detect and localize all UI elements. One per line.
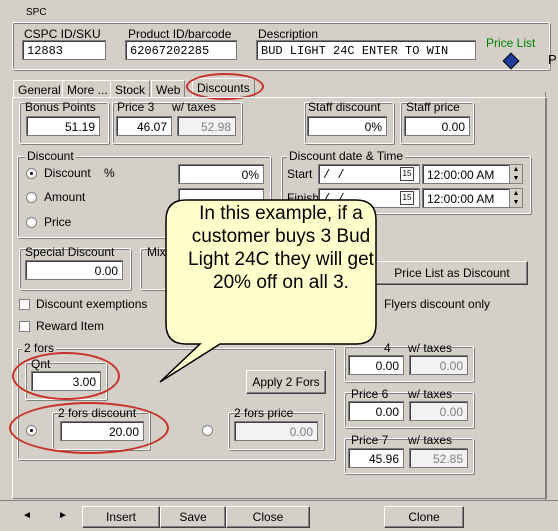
- two-fors-discount-highlight: [9, 402, 169, 454]
- tab-web[interactable]: Web: [151, 80, 186, 98]
- cspc-label: CSPC ID/SKU: [24, 27, 101, 41]
- staff-price-label: Staff price: [406, 100, 460, 114]
- amount-radio[interactable]: [26, 192, 37, 203]
- discount-option-label: Discount: [44, 166, 91, 180]
- close-button[interactable]: Close: [226, 506, 310, 528]
- start-time-spinner[interactable]: ▲ ▼: [509, 164, 523, 184]
- tab-stock[interactable]: Stock: [110, 80, 151, 98]
- discounts-tab-highlight: [186, 73, 264, 100]
- price3-taxes-field: 52.98: [177, 116, 236, 136]
- two-fors-price-field[interactable]: 0.00: [234, 421, 318, 441]
- special-discount-label: Special Discount: [25, 245, 115, 259]
- clone-button[interactable]: Clone: [384, 506, 464, 528]
- percent-symbol: %: [104, 166, 115, 180]
- staff-discount-label: Staff discount: [308, 100, 381, 114]
- prev-record-button[interactable]: ◄: [14, 507, 40, 527]
- price7-taxes-field: 52.85: [409, 448, 468, 468]
- bonus-points-label: Bonus Points: [25, 100, 96, 114]
- amount-option-label: Amount: [44, 190, 86, 204]
- bonus-points-field[interactable]: 51.19: [26, 116, 100, 136]
- insert-button[interactable]: Insert: [82, 506, 160, 528]
- price-option-label: Price: [44, 215, 72, 229]
- reward-item-label: Reward Item: [36, 319, 105, 333]
- price6-taxes-field: 0.00: [409, 401, 468, 421]
- staff-discount-field[interactable]: 0%: [307, 116, 387, 136]
- price7-field[interactable]: 45.96: [348, 448, 404, 468]
- price4-taxes-field: 0.00: [409, 355, 468, 375]
- finish-time-field[interactable]: 12:00:00 AM: [422, 188, 510, 208]
- price3-taxes-label: w/ taxes: [172, 100, 217, 114]
- price3-field[interactable]: 46.07: [116, 116, 172, 136]
- discount-group-label: Discount: [25, 149, 76, 163]
- discount-value-field[interactable]: 0%: [178, 164, 264, 184]
- start-time-field[interactable]: 12:00:00 AM: [422, 164, 510, 184]
- discount-date-label: Discount date & Time: [287, 149, 406, 163]
- product-id-field[interactable]: 62067202285: [125, 40, 237, 60]
- price-radio[interactable]: [26, 217, 37, 228]
- special-discount-field[interactable]: 0.00: [25, 260, 123, 280]
- save-button[interactable]: Save: [160, 506, 226, 528]
- staff-price-field[interactable]: 0.00: [404, 116, 470, 136]
- tab-more[interactable]: More ...: [62, 80, 113, 98]
- discount-exemptions-checkbox[interactable]: [19, 299, 30, 310]
- next-record-button[interactable]: ►: [50, 507, 76, 527]
- price7-taxes-label: w/ taxes: [408, 433, 453, 447]
- start-calendar-icon[interactable]: 15: [400, 167, 414, 181]
- description-field[interactable]: BUD LIGHT 24C ENTER TO WIN: [256, 40, 476, 60]
- price7-label: Price 7: [351, 433, 389, 447]
- price6-taxes-label: w/ taxes: [408, 387, 453, 401]
- price6-label: Price 6: [351, 387, 389, 401]
- price3-label: Price 3: [117, 100, 155, 114]
- discount-exemptions-label: Discount exemptions: [36, 297, 148, 311]
- reward-item-checkbox[interactable]: [19, 321, 30, 332]
- qnt-highlight: [12, 352, 120, 400]
- description-label: Description: [258, 27, 319, 41]
- callout-text: In this example, if a customer buys 3 Bu…: [188, 203, 374, 293]
- price-list-link[interactable]: Price List: [486, 36, 535, 50]
- tab-general[interactable]: General: [13, 80, 66, 98]
- start-label: Start: [287, 167, 313, 181]
- flyers-discount-label: Flyers discount only: [384, 297, 491, 311]
- discount-radio[interactable]: [26, 168, 37, 179]
- two-fors-price-radio[interactable]: [202, 425, 213, 436]
- window-title-fragment: SPC: [26, 7, 47, 18]
- cspc-field[interactable]: 12883: [22, 40, 106, 60]
- side-letter: P: [548, 52, 557, 67]
- product-id-label: Product ID/barcode: [128, 27, 232, 41]
- price4-taxes-label: w/ taxes: [408, 341, 453, 355]
- price-list-as-discount-button[interactable]: Price List as Discount: [376, 261, 528, 285]
- two-fors-price-label: 2 fors price: [234, 406, 294, 420]
- finish-calendar-icon[interactable]: 15: [400, 191, 414, 205]
- price6-field[interactable]: 0.00: [348, 401, 404, 421]
- finish-time-spinner[interactable]: ▲ ▼: [509, 188, 523, 208]
